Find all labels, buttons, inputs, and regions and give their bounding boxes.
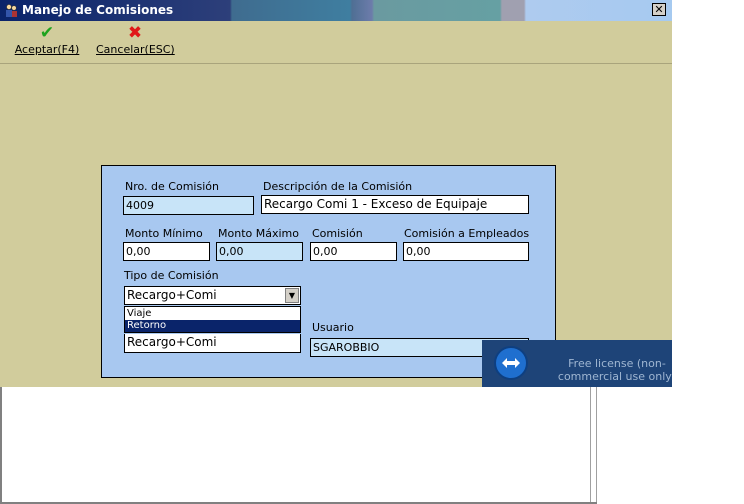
- license-popup[interactable]: Free license (non-commercial use only): [482, 340, 672, 387]
- remote-logo-icon: [494, 346, 528, 380]
- window-title: Manejo de Comisiones: [22, 3, 174, 17]
- background-area: [0, 387, 672, 504]
- accept-label: Aceptar(F4): [14, 43, 80, 56]
- empleados-field[interactable]: 0,00: [403, 242, 529, 261]
- max-label: Monto Máximo: [218, 227, 299, 240]
- tipo-combobox[interactable]: Recargo+Comi ▼: [124, 286, 301, 305]
- dropdown-option-viaje[interactable]: Viaje: [125, 308, 300, 320]
- license-text: Free license (non-commercial use only): [557, 357, 672, 383]
- tipo-dropdown-list: Viaje Retorno: [124, 306, 301, 333]
- title-bar[interactable]: Manejo de Comisiones ✕: [0, 0, 672, 21]
- accept-button[interactable]: ✔ Aceptar(F4): [14, 23, 80, 61]
- nro-field[interactable]: 4009: [123, 196, 254, 215]
- comision-label: Comisión: [312, 227, 363, 240]
- desc-label: Descripción de la Comisión: [263, 180, 413, 193]
- max-field[interactable]: 0,00: [216, 242, 303, 261]
- right-border: [590, 387, 597, 504]
- close-button[interactable]: ✕: [652, 3, 666, 16]
- red-x-icon: ✖: [127, 23, 143, 43]
- chevron-down-icon[interactable]: ▼: [285, 288, 299, 303]
- min-label: Monto Mínimo: [125, 227, 203, 240]
- min-field[interactable]: 0,00: [123, 242, 210, 261]
- usuario-label: Usuario: [312, 321, 354, 334]
- empleados-label: Comisión a Empleados: [404, 227, 530, 240]
- dropdown-option-retorno[interactable]: Retorno: [125, 320, 300, 332]
- tipo-label: Tipo de Comisión: [124, 269, 219, 282]
- tipo-selected-value: Recargo+Comi: [127, 288, 217, 302]
- desc-field[interactable]: Recargo Comi 1 - Exceso de Equipaje: [261, 195, 529, 214]
- toolbar: ✔ Aceptar(F4) ✖ Cancelar(ESC): [0, 21, 672, 64]
- cancel-label: Cancelar(ESC): [96, 43, 175, 56]
- comision-field[interactable]: 0,00: [310, 242, 397, 261]
- left-border: [0, 387, 2, 504]
- tipo-field-behind[interactable]: Recargo+Comi: [124, 334, 301, 353]
- checkmark-icon: ✔: [39, 23, 55, 43]
- people-icon: [4, 3, 19, 18]
- cancel-button[interactable]: ✖ Cancelar(ESC): [96, 23, 175, 61]
- nro-label: Nro. de Comisión: [125, 180, 219, 193]
